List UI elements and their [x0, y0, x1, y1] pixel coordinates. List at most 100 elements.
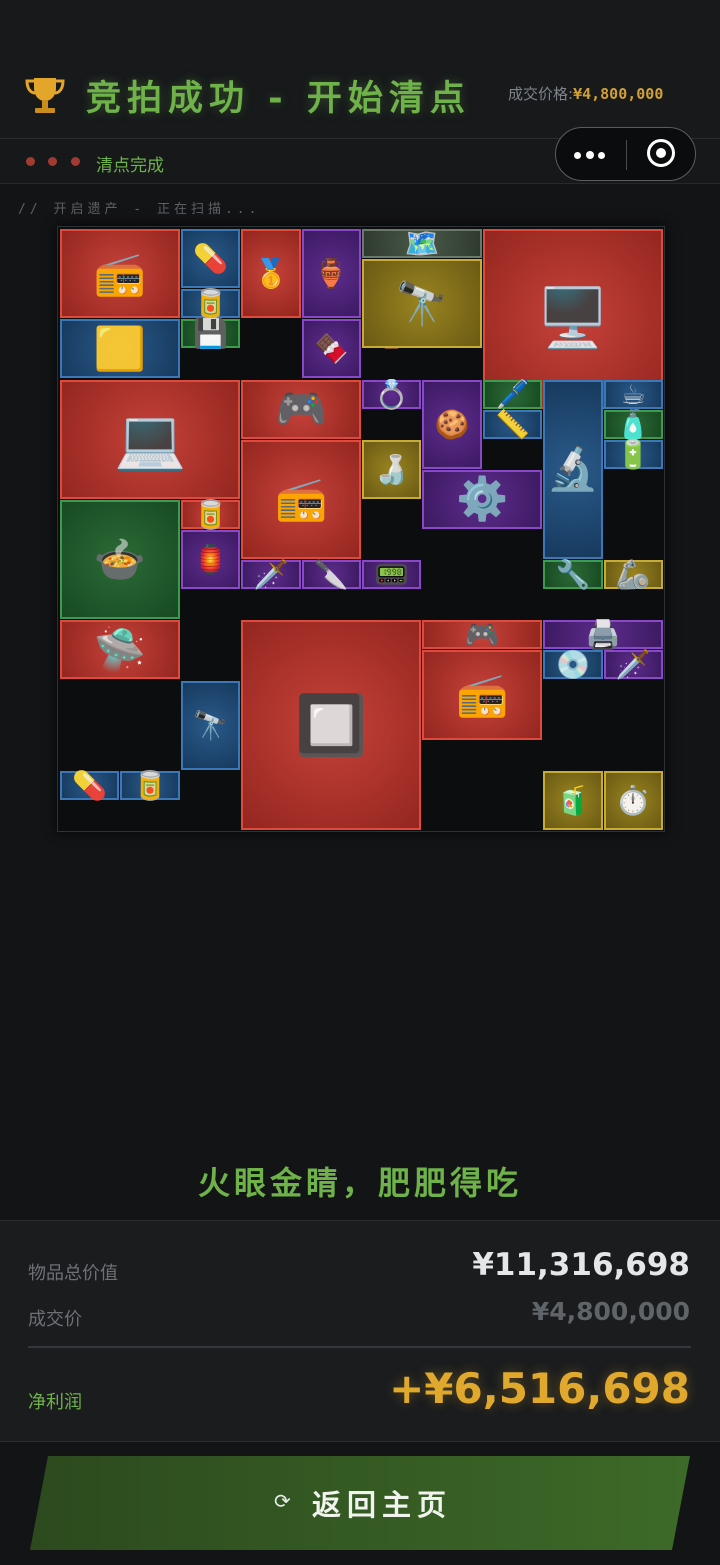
inventory-item-gingerbread-man[interactable]: 🍪 [422, 379, 482, 469]
gingerbread-man-icon: 🍪 [434, 407, 470, 441]
jeweled-dagger-icon: 🗡️ [615, 648, 651, 682]
network-card-icon: 🖨️ [585, 618, 621, 652]
target-close-icon[interactable] [647, 139, 677, 169]
ceremonial-dagger-icon: 🔪 [313, 558, 349, 592]
inventory-item-enamel-pot[interactable]: 🍲 [60, 499, 180, 620]
inventory-item-robot-part[interactable]: 🦾 [603, 558, 663, 592]
inventory-item-jeweled-dagger[interactable]: 🗡️ [603, 648, 663, 682]
inventory-item-teacup[interactable]: ☕ [603, 378, 663, 411]
inventory-item-pill-pack-2[interactable]: 💊 [60, 768, 120, 802]
cpu-chip-icon: 🔲 [295, 690, 368, 759]
pill-bottle-icon: 🧴 [615, 407, 651, 441]
inventory-item-gold-plate[interactable]: 🟨 [60, 319, 180, 379]
inventory-item-cpu-chip[interactable]: 🔲 [241, 620, 422, 830]
arabic-lantern-icon: 🏮 [193, 543, 228, 577]
microscope-icon: 🔬 [546, 444, 600, 494]
graphics-card-icon: 🎮 [274, 384, 328, 434]
net-profit-label: 净利润 [28, 1392, 82, 1413]
inventory-item-soda-bottle[interactable]: 🧃 [543, 770, 603, 830]
inventory-item-compact-disc[interactable]: 💿 [543, 648, 603, 682]
slogan: 火眼金睛，肥肥得吃 [197, 1164, 522, 1202]
drone-icon: 🛸 [93, 624, 147, 674]
inventory-item-voltage-pen[interactable]: 🖊️ [482, 378, 543, 411]
inventory-item-circuit-board[interactable]: 💾 [180, 317, 241, 350]
inventory-item-controller-module[interactable]: 📟 [362, 558, 422, 591]
inventory-item-spear-head[interactable]: 🗡️ [241, 558, 301, 592]
inventory-item-gold-bar[interactable]: 🥇 [241, 229, 301, 319]
treasure-map-icon: 🗺️ [404, 227, 440, 261]
caviar-tin-icon: 🥫 [193, 497, 228, 531]
mini-program-capsule [555, 127, 696, 181]
more-dots-icon[interactable] [574, 138, 610, 170]
total-value: ¥11,316,698 [472, 1247, 690, 1283]
ornate-hookah-icon: 🏺 [313, 257, 349, 291]
status-dot-icon [26, 157, 35, 166]
gold-bar-icon: 🥇 [253, 257, 289, 291]
deal-price-value: ¥4,800,000 [573, 85, 664, 103]
pocket-watch-icon: ⏱️ [615, 783, 651, 817]
military-radio-icon: 📻 [93, 248, 147, 298]
inventory-item-military-radio-2[interactable]: 📻 [241, 439, 361, 560]
robot-part-icon: 🦾 [615, 558, 651, 592]
gem-ring-icon: 💍 [374, 377, 410, 411]
pill-pack-2-icon: 💊 [72, 768, 108, 802]
scan-status-text: // 开启遗产 - 正在扫描... [18, 202, 261, 217]
inventory-item-spyglass[interactable]: 🔭 [180, 680, 241, 770]
summary-divider [28, 1346, 691, 1348]
battery-cells-icon: 🔋 [615, 437, 651, 471]
wrench-icon: 🔧 [555, 558, 591, 592]
compact-disc-icon: 💿 [555, 648, 591, 682]
inventory-item-caliper[interactable]: 📏 [482, 407, 543, 441]
inventory-item-ceremonial-dagger[interactable]: 🔪 [301, 558, 361, 592]
inventory-item-glass-decanter[interactable]: 🍶 [362, 439, 422, 499]
back-home-label: 返回主页 [312, 1488, 453, 1522]
inventory-item-rugged-monitor[interactable]: 💻 [60, 379, 241, 499]
server-rack-icon: 🖥️ [536, 284, 609, 353]
binoculars-icon: 🔭 [395, 278, 449, 328]
deal-price-row-value: ¥4,800,000 [531, 1297, 690, 1326]
back-home-button[interactable]: ⟳ 返回主页 [30, 1456, 690, 1550]
deal-price-row-label: 成交价 [28, 1309, 82, 1330]
inventory-item-ration-tin[interactable]: 🥫 [180, 287, 241, 321]
inventory-item-centrifuge[interactable]: ⚙️ [422, 469, 543, 529]
inventory-item-arabic-lantern[interactable]: 🏮 [180, 530, 241, 590]
graphics-card-2-icon: 🎮 [464, 618, 500, 652]
status-text: 清点完成 [96, 156, 164, 176]
inventory-item-treasure-map[interactable]: 🗺️ [362, 227, 482, 261]
military-radio-3-icon: 📻 [456, 670, 509, 720]
inventory-item-caviar-tin[interactable]: 🥫 [180, 497, 241, 531]
rugged-monitor-icon: 💻 [113, 404, 187, 473]
inventory-item-ornate-hookah[interactable]: 🏺 [301, 229, 361, 319]
inventory-item-battery-cells[interactable]: 🔋 [603, 437, 663, 471]
inventory-grid: 📻💊🥇🏺🗺️🖥️🥫🟨💾🍫⌚🔭💻🎮💍🍪🖊️🔬☕📏🧴📻🍶🍲🥫⚙️🔋🏮🗡️🔪📟🔧🦾🛸🔲… [57, 226, 665, 832]
spyglass-icon: 🔭 [193, 708, 228, 742]
inventory-item-binoculars[interactable]: 🔭 [362, 259, 482, 349]
inventory-item-pocket-watch[interactable]: ⏱️ [603, 770, 663, 830]
inventory-item-ration-tin-2[interactable]: 🥫 [120, 769, 180, 802]
refresh-icon: ⟳ [274, 1489, 291, 1513]
inventory-item-pill-bottle[interactable]: 🧴 [603, 407, 663, 441]
inventory-item-graphics-card[interactable]: 🎮 [241, 379, 361, 439]
deal-price-readout: 成交价格:¥4,800,000 [508, 83, 663, 104]
inventory-item-drone[interactable]: 🛸 [60, 620, 180, 680]
glass-decanter-icon: 🍶 [374, 452, 410, 486]
capsule-divider [626, 140, 627, 170]
pill-pack-icon: 💊 [193, 242, 228, 276]
ration-tin-icon: 🥫 [193, 287, 228, 321]
inventory-item-pill-pack[interactable]: 💊 [180, 229, 241, 289]
inventory-item-energy-bar[interactable]: 🍫 [301, 319, 361, 379]
inventory-item-gem-ring[interactable]: 💍 [362, 377, 422, 411]
inventory-item-microscope[interactable]: 🔬 [543, 379, 603, 560]
military-radio-2-icon: 📻 [274, 474, 328, 524]
inventory-item-military-radio-3[interactable]: 📻 [422, 650, 543, 740]
inventory-item-network-card[interactable]: 🖨️ [543, 618, 663, 652]
inventory-item-wrench[interactable]: 🔧 [543, 558, 603, 592]
spear-head-icon: 🗡️ [253, 558, 289, 592]
enamel-pot-icon: 🍲 [93, 534, 147, 584]
caliper-icon: 📏 [495, 407, 530, 441]
inventory-item-military-radio[interactable]: 📻 [60, 229, 180, 319]
net-profit-value: +¥6,516,698 [389, 1364, 690, 1413]
deal-price-label: 成交价格: [508, 85, 574, 103]
soda-bottle-icon: 🧃 [555, 783, 591, 817]
inventory-item-graphics-card-2[interactable]: 🎮 [422, 618, 543, 652]
